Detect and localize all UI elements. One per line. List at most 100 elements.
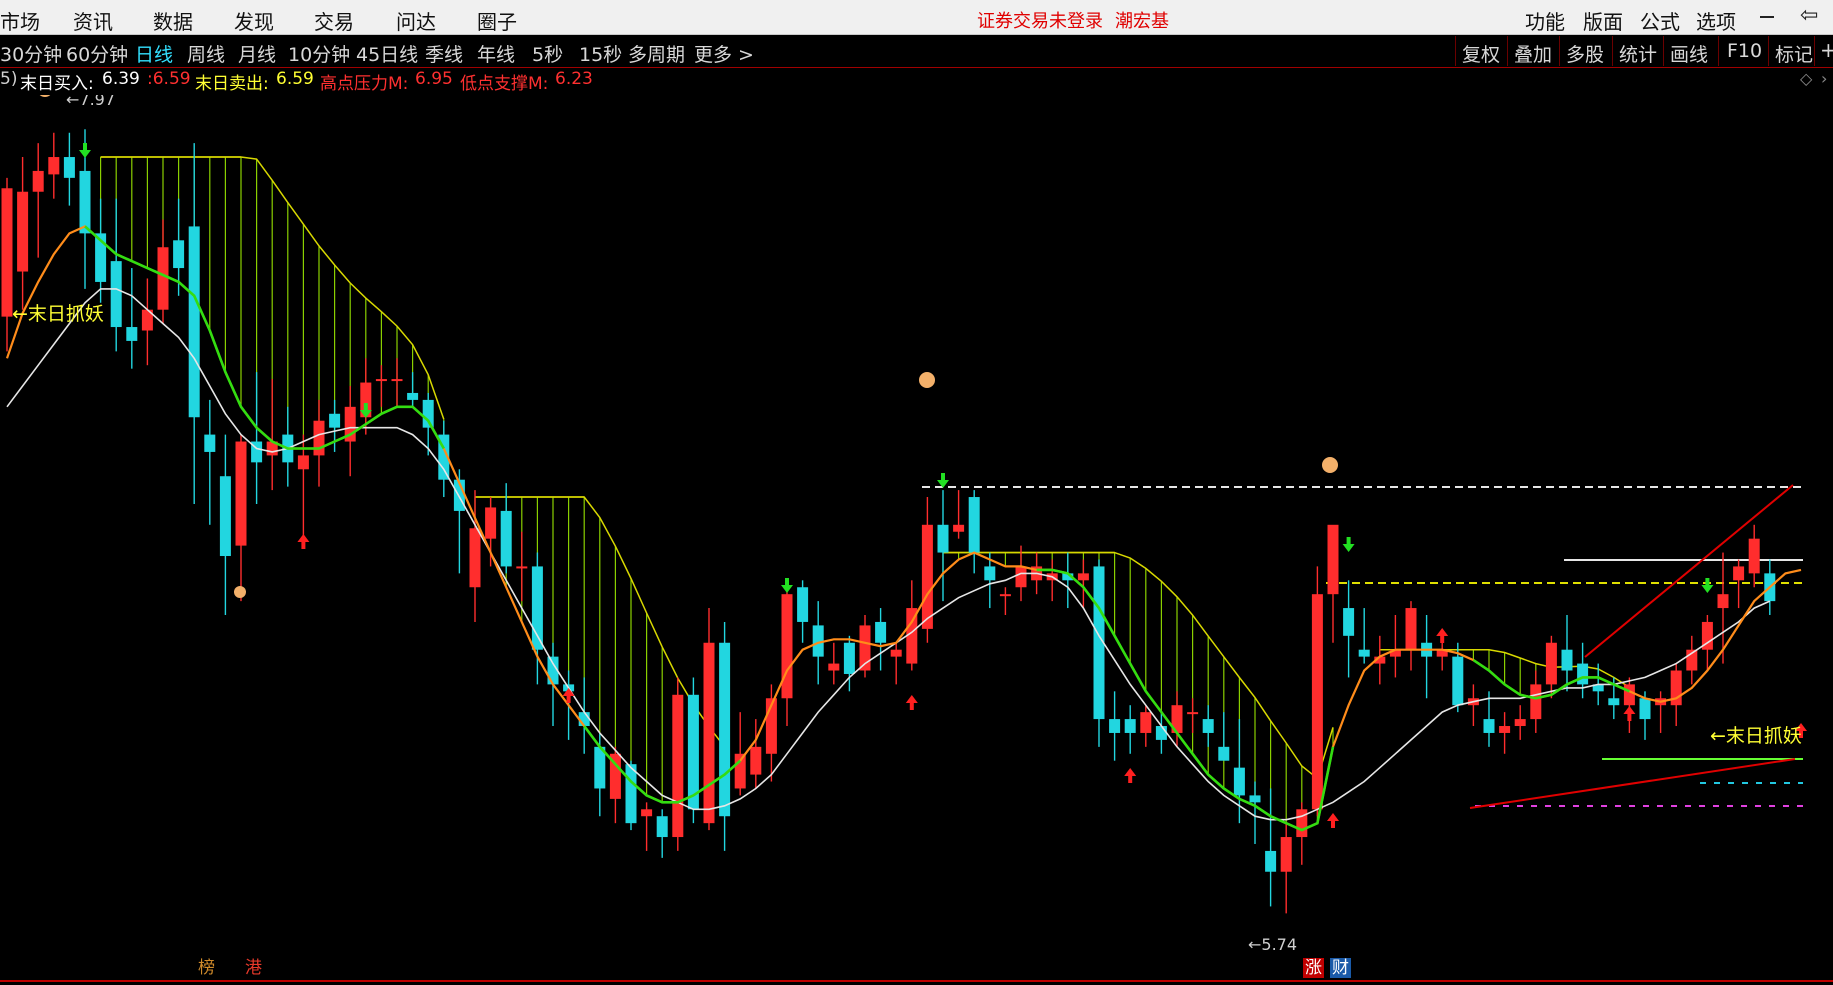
arrow-head — [1124, 768, 1137, 776]
badge-gang[interactable]: 港 — [243, 958, 264, 978]
candle-body — [469, 528, 481, 588]
menu-market[interactable]: 市场 — [0, 6, 40, 35]
candle-body — [1358, 649, 1370, 657]
menu-bar: 市场 资讯 数据 发现 交易 问达 圈子 证券交易未登录 潮宏基 功能 版面 公… — [0, 0, 1833, 35]
candle-body — [1623, 684, 1635, 706]
badge-bang[interactable]: 榜 — [196, 958, 217, 978]
period-more[interactable]: 更多 > — [694, 40, 754, 67]
band-hatch — [99, 156, 1631, 831]
diamond-icon[interactable]: ◇ — [1800, 69, 1812, 88]
candle-body — [703, 642, 715, 824]
candle-body — [63, 157, 75, 178]
candle-body — [1608, 698, 1620, 706]
tool-separator — [1663, 36, 1664, 66]
menu-trade[interactable]: 交易 — [314, 6, 354, 35]
sell-arrow-icon — [1701, 578, 1714, 593]
back-arrow-icon[interactable]: ⇦ — [1800, 3, 1818, 28]
menu-options[interactable]: 选项 — [1696, 6, 1736, 35]
candle-body — [1280, 837, 1292, 872]
arrow-shaft — [785, 578, 789, 586]
period-5sec[interactable]: 5秒 — [532, 40, 563, 67]
menu-layout[interactable]: 版面 — [1583, 6, 1623, 35]
menu-formula[interactable]: 公式 — [1640, 6, 1680, 35]
candle-body — [157, 247, 169, 310]
candle-body — [500, 510, 512, 567]
tool-multistock[interactable]: 多股 — [1566, 40, 1604, 67]
menu-circle[interactable]: 圈子 — [477, 6, 517, 35]
chart-bottom-border — [0, 980, 1833, 982]
candle-body — [126, 327, 138, 341]
period-multi[interactable]: 多周期 — [628, 40, 685, 67]
trend-lines — [922, 484, 1803, 809]
candle-body — [828, 663, 840, 671]
badge-zhang[interactable]: 涨 — [1303, 958, 1324, 978]
period-30min[interactable]: 30分钟 — [0, 40, 62, 67]
candle-body — [422, 399, 434, 428]
arrow-head — [781, 585, 793, 593]
tool-separator — [1559, 36, 1560, 66]
candle-body — [485, 507, 497, 539]
candle-body — [219, 476, 231, 557]
tool-separator — [1612, 36, 1613, 66]
period-quarter[interactable]: 季线 — [425, 40, 463, 67]
candle-body — [1545, 642, 1557, 685]
plus-icon[interactable]: + — [1820, 38, 1833, 62]
arrow-shaft — [1346, 537, 1351, 545]
candle-body — [1109, 719, 1121, 733]
menu-wenda[interactable]: 问达 — [396, 6, 436, 35]
arrow-head — [1342, 544, 1355, 552]
hand-pointer-icon — [39, 95, 51, 97]
sell-arrow-icon — [79, 143, 91, 158]
buy-label: 末日买入: — [20, 74, 94, 94]
tool-f10[interactable]: F10 — [1727, 40, 1762, 62]
period-daily[interactable]: 日线 — [135, 40, 173, 67]
menu-function[interactable]: 功能 — [1525, 6, 1565, 35]
period-15sec[interactable]: 15秒 — [579, 40, 622, 67]
chevron-right-icon[interactable]: › — [1821, 69, 1827, 88]
candle-body — [875, 621, 887, 643]
arrow-head — [1701, 585, 1714, 593]
high-marker-label: ←7.97 — [66, 95, 115, 109]
candle-body — [313, 420, 325, 456]
period-10min[interactable]: 10分钟 — [288, 40, 350, 67]
candle-body — [1155, 726, 1167, 740]
arrow-shaft — [566, 695, 571, 703]
period-yearly[interactable]: 年线 — [477, 40, 515, 67]
candle-body — [1140, 712, 1152, 733]
candle-body — [968, 497, 980, 553]
menu-discover[interactable]: 发现 — [234, 6, 274, 35]
tool-separator — [1455, 36, 1456, 66]
candlestick-chart[interactable]: ←7.97 ←5.74 ←末日抓妖 ←末日抓妖 — [0, 95, 1833, 978]
period-weekly[interactable]: 周线 — [187, 40, 225, 67]
arrow-head — [79, 150, 91, 158]
period-monthly[interactable]: 月线 — [238, 40, 276, 67]
sell-arrow-icon — [781, 578, 793, 593]
candle-body — [1639, 698, 1651, 720]
menu-data[interactable]: 数据 — [153, 6, 193, 35]
window-minimize-icon[interactable] — [1760, 16, 1774, 18]
badge-cai[interactable]: 财 — [1330, 958, 1351, 978]
candle-body — [1077, 573, 1089, 581]
tool-mark[interactable]: 标记 — [1775, 40, 1813, 67]
candle-body — [719, 642, 731, 817]
login-status[interactable]: 证券交易未登录 — [977, 7, 1103, 33]
candle-body — [204, 434, 216, 452]
tool-overlay[interactable]: 叠加 — [1514, 40, 1552, 67]
period-45day[interactable]: 45日线 — [356, 40, 418, 67]
arrow-shaft — [1440, 635, 1445, 643]
candle-body — [953, 524, 965, 532]
buy-arrow-icon — [297, 534, 310, 549]
hand-pointer-icon — [1322, 457, 1338, 473]
candle-body — [48, 157, 60, 175]
candle-body — [32, 170, 44, 192]
candle-body — [17, 191, 29, 272]
moving-averages — [5, 225, 1802, 832]
tool-draw[interactable]: 画线 — [1670, 40, 1708, 67]
menu-news[interactable]: 资讯 — [73, 6, 113, 35]
period-60min[interactable]: 60分钟 — [66, 40, 128, 67]
candle-body — [594, 746, 606, 789]
tool-fuquan[interactable]: 复权 — [1462, 40, 1500, 67]
arrow-shaft — [301, 541, 306, 549]
arrow-head — [1436, 628, 1449, 636]
tool-stats[interactable]: 统计 — [1619, 40, 1657, 67]
